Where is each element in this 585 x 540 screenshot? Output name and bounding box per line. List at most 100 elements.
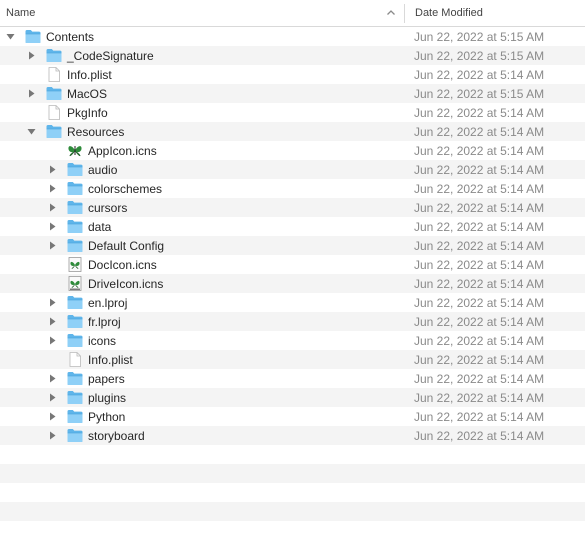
date-modified: Jun 22, 2022 at 5:14 AM [414,258,545,272]
folder-icon [25,30,41,43]
file-name: data [88,220,112,234]
disclosure-triangle-closed-icon[interactable] [48,317,57,326]
document-icon [48,105,60,120]
list-item[interactable]: MacOS Jun 22, 2022 at 5:15 AM [0,84,585,103]
date-modified: Jun 22, 2022 at 5:14 AM [414,68,545,82]
date-modified: Jun 22, 2022 at 5:14 AM [414,429,545,443]
file-name: audio [88,163,118,177]
date-modified: Jun 22, 2022 at 5:14 AM [414,144,545,158]
list-item[interactable]: papers Jun 22, 2022 at 5:14 AM [0,369,585,388]
disclosure-triangle-closed-icon[interactable] [48,336,57,345]
list-item[interactable]: fr.lproj Jun 22, 2022 at 5:14 AM [0,312,585,331]
list-item[interactable]: cursors Jun 22, 2022 at 5:14 AM [0,198,585,217]
empty-row [0,483,585,502]
folder-icon [67,220,83,233]
file-name: PkgInfo [67,106,108,120]
disclosure-triangle-closed-icon[interactable] [48,184,57,193]
list-item[interactable]: Info.plist Jun 22, 2022 at 5:14 AM [0,350,585,369]
file-list: Contents Jun 22, 2022 at 5:15 AM _CodeSign… [0,27,585,540]
disclosure-triangle-closed-icon[interactable] [48,241,57,250]
file-name: DocIcon.icns [88,258,157,272]
disclosure-triangle-closed-icon[interactable] [48,298,57,307]
disclosure-triangle-closed-icon[interactable] [48,374,57,383]
empty-row [0,464,585,483]
chevron-up-icon[interactable] [386,8,396,18]
folder-icon [67,410,83,423]
file-name: Python [88,410,126,424]
disclosure-triangle-closed-icon[interactable] [27,89,36,98]
list-item[interactable]: audio Jun 22, 2022 at 5:14 AM [0,160,585,179]
file-name: MacOS [67,87,108,101]
disclosure-triangle-closed-icon[interactable] [48,393,57,402]
date-modified: Jun 22, 2022 at 5:15 AM [414,87,545,101]
date-modified: Jun 22, 2022 at 5:14 AM [414,163,545,177]
list-item[interactable]: PkgInfo Jun 22, 2022 at 5:14 AM [0,103,585,122]
file-name: Resources [67,125,125,139]
file-name: DriveIcon.icns [88,277,164,291]
file-name: fr.lproj [88,315,121,329]
date-modified: Jun 22, 2022 at 5:14 AM [414,182,545,196]
folder-icon [67,296,83,309]
document-icon [48,67,60,82]
empty-row [0,521,585,540]
empty-row [0,502,585,521]
list-item[interactable]: en.lproj Jun 22, 2022 at 5:14 AM [0,293,585,312]
date-modified: Jun 22, 2022 at 5:14 AM [414,220,545,234]
date-modified: Jun 22, 2022 at 5:14 AM [414,315,545,329]
drive-icon [68,276,82,291]
list-item[interactable]: DocIcon.icns Jun 22, 2022 at 5:14 AM [0,255,585,274]
folder-icon [67,334,83,347]
folder-icon [46,87,62,100]
doc-icon [68,257,82,272]
disclosure-triangle-closed-icon[interactable] [48,412,57,421]
disclosure-triangle-closed-icon[interactable] [27,51,36,60]
empty-row [0,445,585,464]
column-header-date-modified[interactable]: Date Modified [415,7,483,19]
column-divider[interactable] [404,4,405,23]
list-item[interactable]: Python Jun 22, 2022 at 5:14 AM [0,407,585,426]
folder-icon [67,391,83,404]
date-modified: Jun 22, 2022 at 5:14 AM [414,334,545,348]
date-modified: Jun 22, 2022 at 5:14 AM [414,296,545,310]
list-item[interactable]: AppIcon.icns Jun 22, 2022 at 5:14 AM [0,141,585,160]
list-item[interactable]: plugins Jun 22, 2022 at 5:14 AM [0,388,585,407]
folder-icon [46,125,62,138]
list-item[interactable]: storyboard Jun 22, 2022 at 5:14 AM [0,426,585,445]
file-name: Info.plist [67,68,112,82]
date-modified: Jun 22, 2022 at 5:14 AM [414,125,545,139]
disclosure-triangle-closed-icon[interactable] [48,165,57,174]
list-item[interactable]: colorschemes Jun 22, 2022 at 5:14 AM [0,179,585,198]
folder-icon [67,315,83,328]
file-name: Contents [46,30,95,44]
list-item[interactable]: _CodeSignature Jun 22, 2022 at 5:15 AM [0,46,585,65]
file-name: en.lproj [88,296,128,310]
file-name: icons [88,334,117,348]
list-item[interactable]: Info.plist Jun 22, 2022 at 5:14 AM [0,65,585,84]
folder-icon [46,49,62,62]
folder-icon [67,239,83,252]
date-modified: Jun 22, 2022 at 5:14 AM [414,372,545,386]
list-item[interactable]: Contents Jun 22, 2022 at 5:15 AM [0,27,585,46]
list-item[interactable]: icons Jun 22, 2022 at 5:14 AM [0,331,585,350]
file-name: papers [88,372,125,386]
list-item[interactable]: Resources Jun 22, 2022 at 5:14 AM [0,122,585,141]
disclosure-triangle-open-icon[interactable] [27,127,36,136]
date-modified: Jun 22, 2022 at 5:15 AM [414,30,545,44]
file-name: AppIcon.icns [88,144,157,158]
list-item[interactable]: Default Config Jun 22, 2022 at 5:14 AM [0,236,585,255]
date-modified: Jun 22, 2022 at 5:14 AM [414,277,545,291]
date-modified: Jun 22, 2022 at 5:15 AM [414,49,545,63]
disclosure-triangle-open-icon[interactable] [6,32,15,41]
list-item[interactable]: DriveIcon.icns Jun 22, 2022 at 5:14 AM [0,274,585,293]
file-name: Info.plist [88,353,133,367]
disclosure-triangle-closed-icon[interactable] [48,431,57,440]
app-icon [68,146,82,157]
column-header-name[interactable]: Name [6,7,35,19]
file-name: cursors [88,201,128,215]
list-item[interactable]: data Jun 22, 2022 at 5:14 AM [0,217,585,236]
disclosure-triangle-closed-icon[interactable] [48,203,57,212]
file-name: Default Config [88,239,165,253]
disclosure-triangle-closed-icon[interactable] [48,222,57,231]
date-modified: Jun 22, 2022 at 5:14 AM [414,410,545,424]
date-modified: Jun 22, 2022 at 5:14 AM [414,106,545,120]
